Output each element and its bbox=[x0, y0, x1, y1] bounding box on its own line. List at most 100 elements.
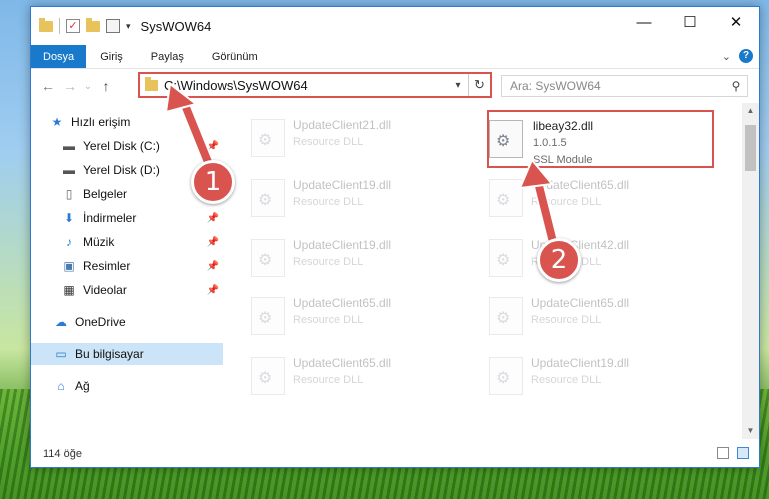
cloud-icon: ☁ bbox=[55, 315, 67, 329]
video-icon: ▦ bbox=[63, 283, 75, 297]
dll-file-icon bbox=[251, 297, 285, 335]
sidebar-item-label: Müzik bbox=[83, 235, 115, 249]
tab-file[interactable]: Dosya bbox=[31, 45, 87, 68]
star-icon: ★ bbox=[51, 115, 63, 129]
file-type: Resource DLL bbox=[293, 136, 364, 148]
step-2-badge: 2 bbox=[537, 238, 581, 282]
tab-view[interactable]: Görünüm bbox=[198, 45, 272, 68]
new-folder-icon[interactable] bbox=[86, 17, 100, 32]
file-type: Resource DLL bbox=[531, 196, 602, 208]
help-icon[interactable]: ? bbox=[739, 49, 753, 63]
drive-icon: ▬ bbox=[63, 163, 75, 177]
vertical-scrollbar[interactable]: ▲ ▼ bbox=[742, 103, 759, 439]
file-type: Resource DLL bbox=[293, 314, 364, 326]
file-type: SSL Module bbox=[533, 154, 593, 166]
sidebar-item-local-disk-c[interactable]: ▬ Yerel Disk (C:) 📌 bbox=[61, 135, 223, 157]
file-type: Resource DLL bbox=[293, 196, 364, 208]
music-icon: ♪ bbox=[66, 235, 72, 249]
navigation-bar: ← → ⌄ ↑ C:\Windows\SysWOW64 ▾ ↻ Ara: Sys… bbox=[31, 69, 759, 103]
pin-icon[interactable]: 📌 bbox=[207, 141, 219, 152]
scroll-down-button[interactable]: ▼ bbox=[742, 423, 759, 439]
back-button[interactable]: ← bbox=[37, 78, 59, 94]
dll-file-icon bbox=[251, 179, 285, 217]
file-name: UpdateClient19.dll bbox=[531, 356, 630, 370]
sidebar-item-this-pc[interactable]: ▭ Bu bilgisayar bbox=[31, 343, 223, 365]
pin-icon[interactable]: 📌 bbox=[207, 285, 219, 296]
file-name: UpdateClient21.dll bbox=[293, 118, 392, 132]
file-list: UpdateClient21.dll Resource DLL UpdateCli… bbox=[227, 103, 741, 439]
file-type: Resource DLL bbox=[531, 314, 602, 326]
dll-file-icon bbox=[489, 179, 523, 217]
file-name: UpdateClient65.dll bbox=[293, 356, 392, 370]
window-controls: — ☐ ✕ bbox=[621, 7, 759, 37]
dll-file-icon bbox=[251, 119, 285, 157]
document-icon: ▯ bbox=[65, 187, 73, 201]
content-area: ★ Hızlı erişim ▬ Yerel Disk (C:) 📌 ▬ Yer… bbox=[31, 103, 759, 439]
navigation-pane: ★ Hızlı erişim ▬ Yerel Disk (C:) 📌 ▬ Yer… bbox=[31, 103, 223, 439]
details-view-icon[interactable] bbox=[717, 447, 729, 459]
item-count: 114 öğe bbox=[43, 448, 82, 460]
refresh-button[interactable]: ↻ bbox=[468, 74, 490, 96]
file-name: libeay32.dll bbox=[533, 119, 594, 133]
up-button[interactable]: ↑ bbox=[95, 78, 117, 94]
file-item[interactable]: UpdateClient65.dll Resource DLL bbox=[227, 353, 457, 399]
search-input[interactable]: Ara: SysWOW64 ⚲ bbox=[501, 75, 748, 97]
minimize-button[interactable]: — bbox=[621, 7, 667, 37]
sidebar-item-music[interactable]: ♪ Müzik 📌 bbox=[61, 231, 223, 253]
file-item[interactable]: UpdateClient19.dll Resource DLL bbox=[227, 235, 457, 281]
quick-access-toolbar: ✓ ▾ bbox=[39, 17, 131, 34]
ribbon-right-controls: ⌄ ? bbox=[722, 49, 753, 63]
large-icons-view-icon[interactable] bbox=[737, 447, 749, 459]
chevron-down-icon[interactable]: ▾ bbox=[448, 80, 468, 91]
sidebar-item-videos[interactable]: ▦ Videolar 📌 bbox=[61, 279, 223, 301]
ribbon-tabs: Dosya Giriş Paylaş Görünüm ⌄ ? bbox=[31, 45, 759, 69]
address-bar[interactable]: C:\Windows\SysWOW64 ▾ ↻ bbox=[138, 72, 492, 98]
address-path[interactable]: C:\Windows\SysWOW64 bbox=[164, 78, 448, 93]
scroll-thumb[interactable] bbox=[745, 125, 756, 171]
properties-check-icon[interactable]: ✓ bbox=[66, 19, 80, 33]
scroll-up-button[interactable]: ▲ bbox=[742, 103, 759, 119]
tab-home[interactable]: Giriş bbox=[86, 45, 137, 68]
network-icon: ⌂ bbox=[57, 379, 65, 393]
sidebar-item-quick-access[interactable]: ★ Hızlı erişim bbox=[49, 111, 223, 133]
drive-icon: ▬ bbox=[63, 139, 75, 153]
view-options-icon[interactable] bbox=[106, 19, 120, 33]
sidebar-item-label: Resimler bbox=[83, 259, 131, 273]
pin-icon[interactable]: 📌 bbox=[207, 261, 219, 272]
dll-file-icon bbox=[251, 239, 285, 277]
pictures-icon: ▣ bbox=[63, 259, 75, 273]
sidebar-item-label: Hızlı erişim bbox=[71, 115, 131, 129]
file-item[interactable]: UpdateClient19.dll Resource DLL bbox=[465, 353, 695, 399]
view-switcher bbox=[717, 447, 749, 459]
file-item[interactable]: UpdateClient65.dll Resource DLL bbox=[227, 293, 457, 339]
customize-toolbar-icon[interactable]: ▾ bbox=[126, 21, 131, 32]
sidebar-item-label: Belgeler bbox=[83, 187, 128, 201]
expand-ribbon-icon[interactable]: ⌄ bbox=[722, 50, 731, 63]
sidebar-item-downloads[interactable]: ⬇ İndirmeler 📌 bbox=[61, 207, 223, 229]
download-icon: ⬇ bbox=[63, 211, 75, 225]
tab-share[interactable]: Paylaş bbox=[137, 45, 198, 68]
file-item[interactable]: UpdateClient65.dll Resource DLL bbox=[465, 293, 695, 339]
file-name: UpdateClient19.dll bbox=[293, 178, 392, 192]
sidebar-item-onedrive[interactable]: ☁ OneDrive bbox=[53, 311, 223, 333]
file-type: Resource DLL bbox=[293, 374, 364, 386]
forward-button[interactable]: → bbox=[59, 78, 81, 94]
file-item[interactable]: UpdateClient21.dll Resource DLL bbox=[227, 115, 457, 161]
title-bar: ✓ ▾ SysWOW64 — ☐ ✕ bbox=[31, 7, 759, 45]
file-item-libeay32[interactable]: libeay32.dll 1.0.1.5 SSL Module bbox=[487, 110, 714, 168]
recent-locations-button[interactable]: ⌄ bbox=[81, 81, 95, 92]
sidebar-item-label: Videolar bbox=[83, 283, 127, 297]
file-item[interactable]: UpdateClient19.dll Resource DLL bbox=[227, 175, 457, 221]
maximize-button[interactable]: ☐ bbox=[667, 7, 713, 37]
search-placeholder[interactable]: Ara: SysWOW64 bbox=[510, 79, 725, 93]
pin-icon[interactable]: 📌 bbox=[207, 213, 219, 224]
close-button[interactable]: ✕ bbox=[713, 7, 759, 37]
file-name: UpdateClient65.dll bbox=[531, 178, 630, 192]
search-icon[interactable]: ⚲ bbox=[725, 79, 747, 93]
dll-file-icon bbox=[251, 357, 285, 395]
sidebar-item-label: İndirmeler bbox=[83, 211, 137, 225]
sidebar-item-network[interactable]: ⌂ Ağ bbox=[53, 375, 223, 397]
pin-icon[interactable]: 📌 bbox=[207, 237, 219, 248]
sidebar-item-pictures[interactable]: ▣ Resimler 📌 bbox=[61, 255, 223, 277]
file-item[interactable]: UpdateClient65.dll Resource DLL bbox=[465, 175, 695, 221]
